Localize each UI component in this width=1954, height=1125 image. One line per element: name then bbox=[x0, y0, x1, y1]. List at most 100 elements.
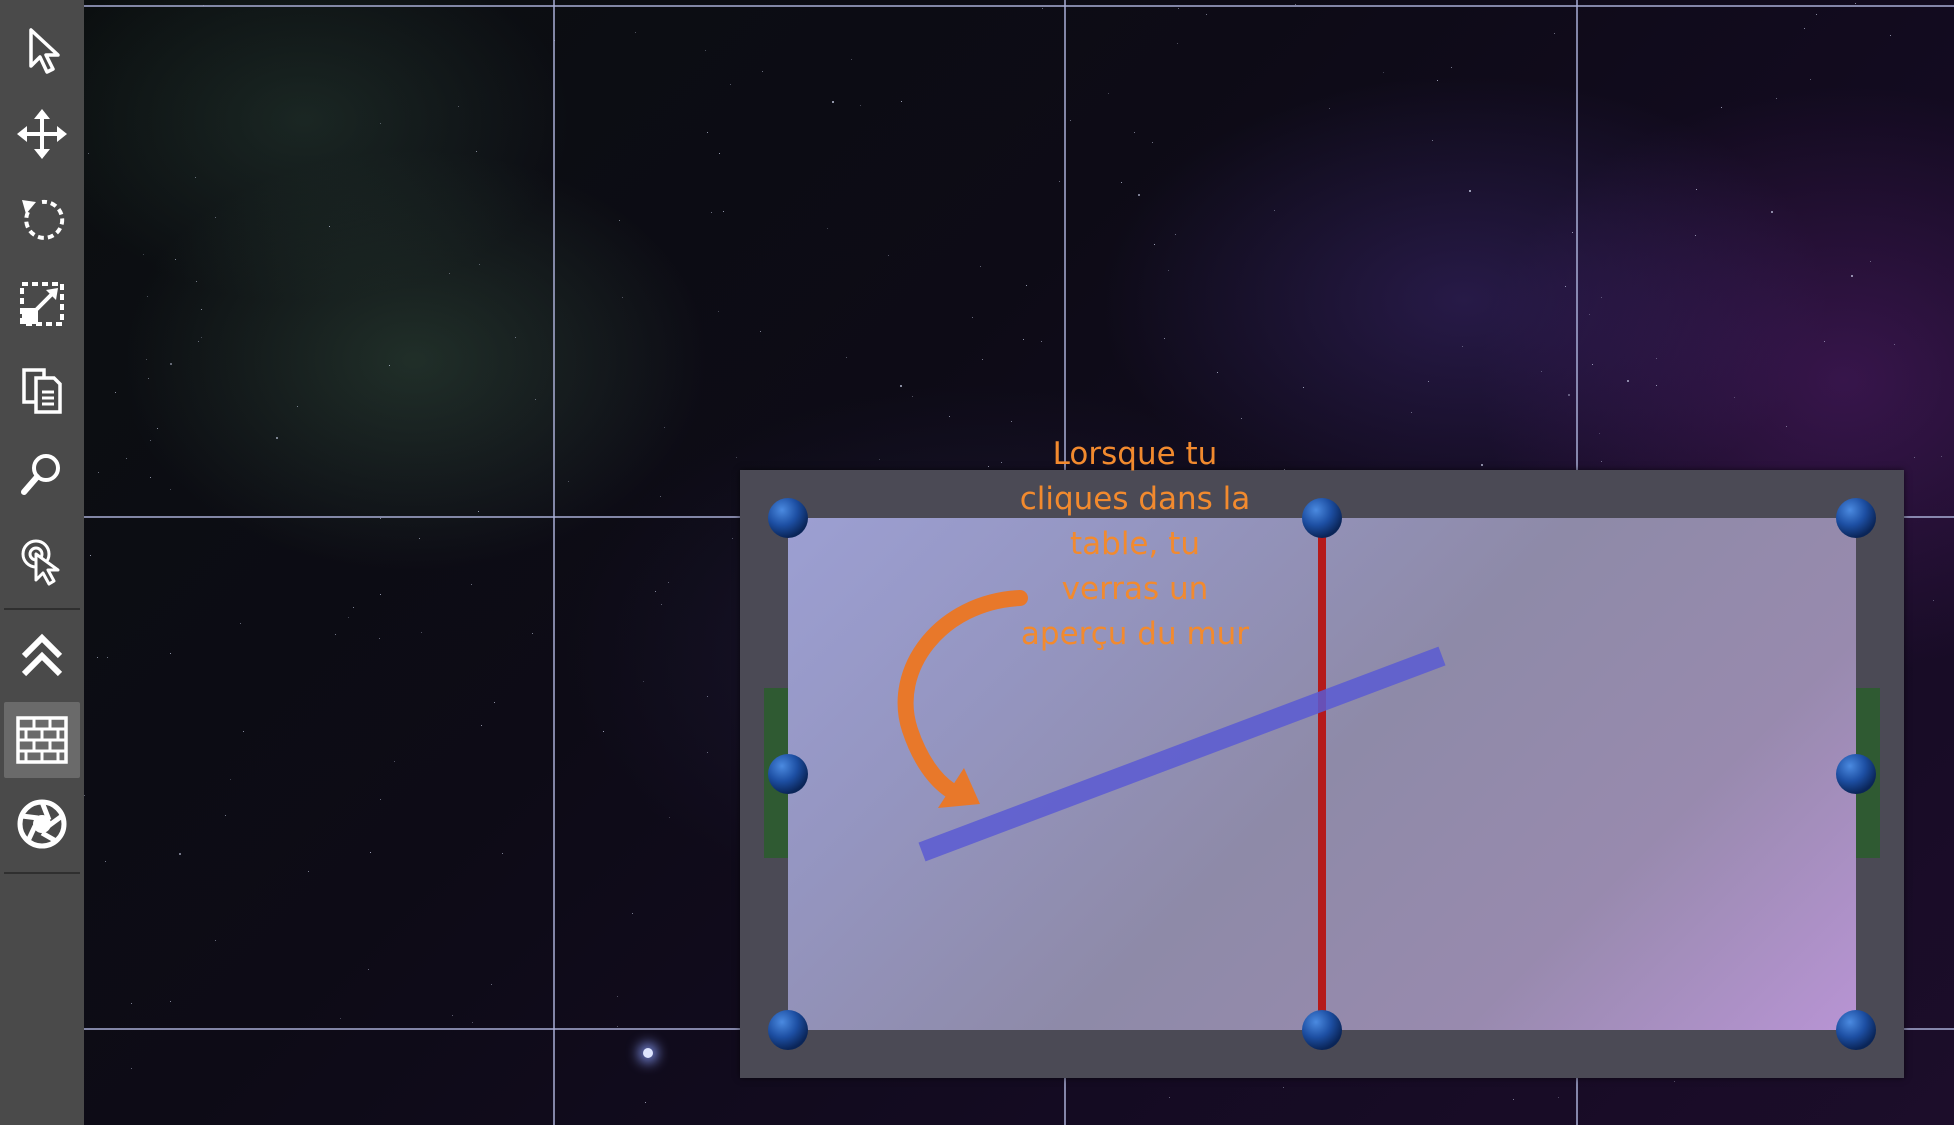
corner-handle[interactable] bbox=[768, 498, 808, 538]
star bbox=[1890, 35, 1891, 36]
star bbox=[105, 861, 106, 862]
star bbox=[762, 71, 763, 72]
zoom-tool-button[interactable] bbox=[4, 436, 80, 512]
star bbox=[1411, 412, 1412, 413]
star bbox=[1592, 364, 1593, 365]
star bbox=[1771, 211, 1773, 213]
portal-tool-button[interactable] bbox=[4, 786, 80, 862]
star bbox=[535, 399, 536, 400]
star bbox=[1481, 464, 1483, 466]
star bbox=[988, 466, 989, 467]
star bbox=[730, 84, 731, 85]
copy-documents-icon bbox=[22, 368, 62, 414]
toolbar-divider bbox=[4, 872, 80, 874]
star bbox=[1241, 418, 1242, 419]
level-up-tool-button[interactable] bbox=[4, 618, 80, 694]
corner-handle[interactable] bbox=[768, 1010, 808, 1050]
grid-line bbox=[84, 5, 1954, 7]
star bbox=[370, 852, 371, 853]
corner-handle[interactable] bbox=[1836, 498, 1876, 538]
star bbox=[635, 32, 636, 33]
star bbox=[126, 458, 127, 459]
star bbox=[88, 153, 89, 154]
pointer-select-tool-button[interactable] bbox=[4, 522, 80, 598]
star bbox=[201, 337, 202, 338]
star bbox=[1513, 1099, 1514, 1100]
star bbox=[348, 617, 349, 618]
star bbox=[1108, 93, 1109, 94]
star bbox=[1154, 244, 1155, 245]
cursor-arrow-icon bbox=[29, 28, 60, 74]
star bbox=[478, 511, 479, 512]
star bbox=[472, 1022, 473, 1023]
star bbox=[146, 359, 147, 360]
aperture-icon bbox=[17, 799, 67, 849]
star bbox=[1169, 1097, 1170, 1098]
star bbox=[1451, 67, 1452, 68]
star bbox=[723, 211, 724, 212]
star bbox=[1568, 394, 1570, 396]
star bbox=[394, 761, 395, 762]
star bbox=[532, 633, 533, 634]
corner-handle[interactable] bbox=[768, 754, 808, 794]
star bbox=[1851, 275, 1853, 277]
star bbox=[1894, 344, 1895, 345]
star bbox=[143, 254, 144, 255]
corner-handle[interactable] bbox=[1836, 1010, 1876, 1050]
star bbox=[1274, 210, 1275, 211]
star bbox=[170, 363, 172, 365]
star bbox=[308, 871, 309, 872]
star bbox=[471, 584, 472, 585]
select-tool-button[interactable] bbox=[4, 12, 80, 88]
star bbox=[157, 428, 158, 429]
star bbox=[1601, 461, 1602, 462]
corner-handle[interactable] bbox=[1302, 498, 1342, 538]
star bbox=[491, 984, 492, 985]
duplicate-tool-button[interactable] bbox=[4, 352, 80, 428]
star bbox=[107, 657, 108, 658]
star bbox=[115, 392, 116, 393]
star bbox=[1804, 28, 1805, 29]
move-tool-button[interactable] bbox=[4, 96, 80, 172]
star bbox=[1941, 456, 1942, 457]
star bbox=[980, 266, 981, 267]
star bbox=[622, 297, 623, 298]
star bbox=[1656, 358, 1657, 359]
rotate-tool-button[interactable] bbox=[4, 182, 80, 258]
magnifier-icon bbox=[21, 454, 60, 495]
star bbox=[458, 106, 459, 107]
star bbox=[131, 1068, 132, 1069]
star bbox=[243, 731, 244, 732]
star bbox=[669, 817, 670, 818]
wall-tool-button[interactable] bbox=[4, 702, 80, 778]
star bbox=[476, 151, 477, 152]
star bbox=[661, 604, 662, 605]
star bbox=[1870, 261, 1871, 262]
star bbox=[1933, 600, 1934, 601]
star bbox=[175, 259, 176, 260]
star bbox=[380, 518, 381, 519]
star bbox=[1824, 341, 1825, 342]
star bbox=[170, 1001, 171, 1002]
scale-tool-button[interactable] bbox=[4, 266, 80, 342]
star bbox=[276, 437, 278, 439]
star bbox=[900, 385, 902, 387]
star bbox=[1437, 80, 1438, 81]
star bbox=[912, 396, 913, 397]
star bbox=[198, 341, 199, 342]
star bbox=[1206, 14, 1207, 15]
star bbox=[1303, 387, 1304, 388]
star bbox=[1734, 397, 1735, 398]
corner-handle[interactable] bbox=[1302, 1010, 1342, 1050]
star bbox=[707, 132, 708, 133]
star bbox=[705, 50, 706, 51]
star bbox=[707, 752, 708, 753]
star bbox=[660, 496, 661, 497]
star bbox=[832, 101, 834, 103]
star bbox=[380, 594, 381, 595]
star bbox=[196, 281, 197, 282]
star bbox=[860, 105, 861, 106]
star bbox=[632, 913, 633, 914]
star bbox=[195, 177, 196, 178]
corner-handle[interactable] bbox=[1836, 754, 1876, 794]
